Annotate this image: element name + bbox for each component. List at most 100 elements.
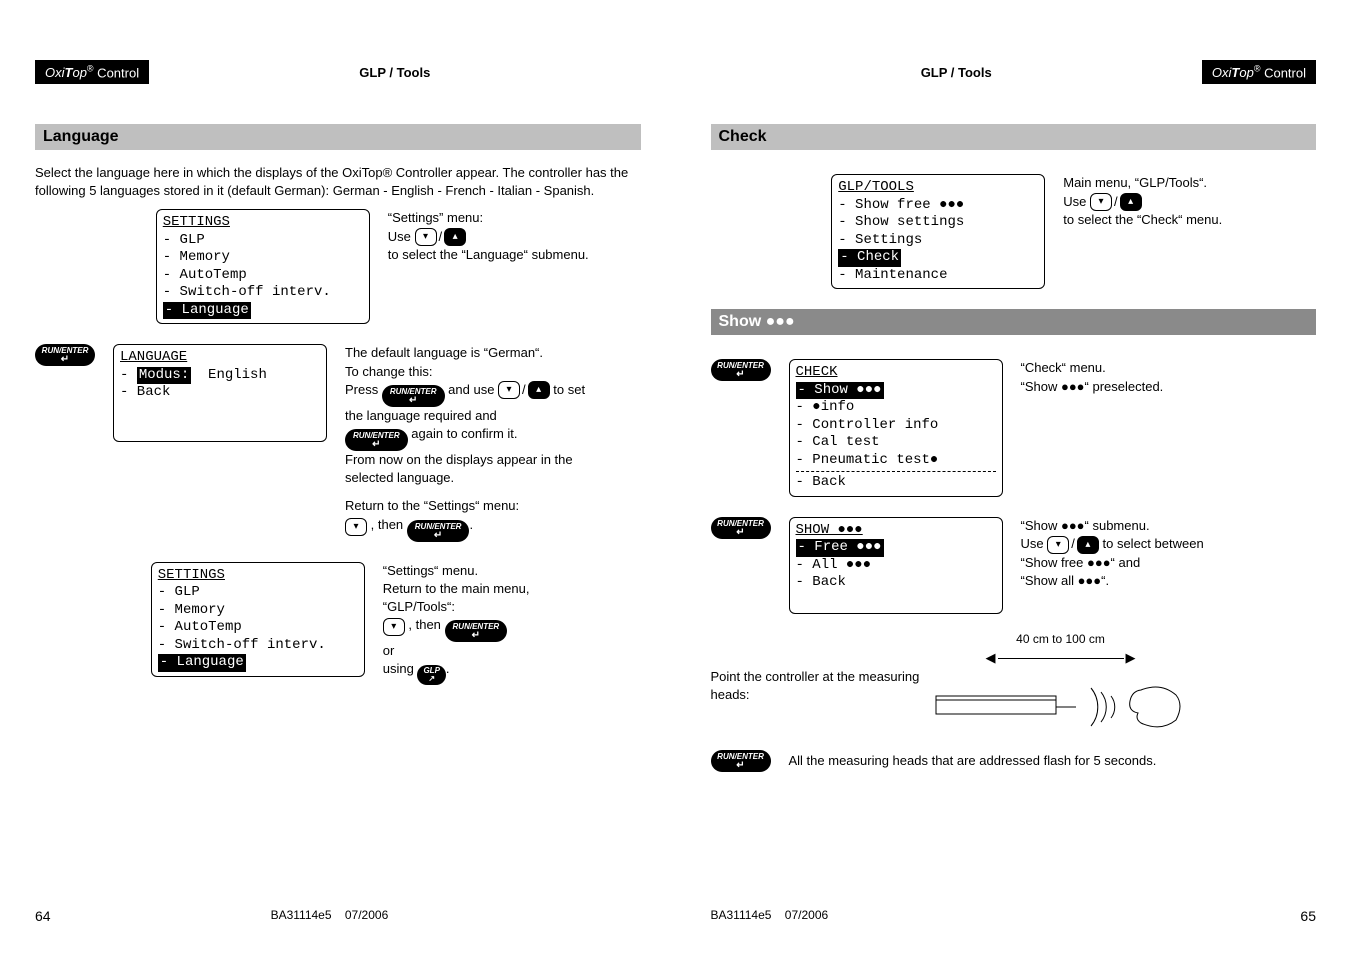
run-enter-button-icon: RUN/ENTER↵ (445, 620, 508, 642)
note-line: or (383, 642, 603, 660)
note-line: to select the “Check“ menu. (1063, 211, 1273, 229)
note-r3: “Show ●●●“ submenu. Use ▾/▴ to select be… (1021, 517, 1261, 590)
intro-paragraph: Select the language here in which the di… (35, 164, 641, 199)
note-2: The default language is “German“. To cha… (345, 344, 605, 541)
lcd-selected: - Check (838, 249, 901, 267)
lcd-settings-1: SETTINGS - GLP - Memory - AutoTemp - Swi… (156, 209, 370, 324)
up-key-icon: ▴ (1120, 193, 1142, 211)
row-language: RUN/ENTER↵ LANGUAGE - Modus: English - B… (35, 344, 641, 541)
section-title: GLP / Tools (711, 65, 1202, 80)
up-key-icon: ▴ (1077, 536, 1099, 554)
down-key-icon: ▾ (498, 381, 520, 399)
bullets-icon: ●●● (766, 313, 795, 330)
note-line: “. (1101, 573, 1109, 588)
up-down-keys: ▾/▴ (1090, 193, 1142, 211)
up-down-keys: ▾/▴ (1047, 535, 1099, 553)
run-enter-button-icon: RUN/ENTER↵ (345, 429, 408, 451)
lcd-line: - Show settings (838, 214, 1038, 232)
note-line: “Show all (1021, 573, 1078, 588)
down-key-icon: ▾ (1047, 536, 1069, 554)
row-glptools: GLP/TOOLS - Show free ●●● - Show setting… (711, 174, 1317, 289)
lcd-title: CHECK (796, 364, 996, 382)
row-show: RUN/ENTER↵ SHOW ●●● - Free ●●● - All ●●●… (711, 517, 1317, 615)
lcd-line: - Switch-off interv. (158, 637, 358, 655)
note-line: “Settings” menu: (388, 209, 598, 227)
lcd-title: SETTINGS (163, 214, 363, 232)
note-line: “ submenu. (1085, 518, 1150, 533)
lcd-line: - Cal test (796, 434, 996, 452)
brand-badge: OxiTop® Control (35, 60, 149, 84)
up-down-keys: ▾/▴ (498, 381, 550, 399)
section-title: GLP / Tools (149, 65, 640, 80)
lcd-glptools: GLP/TOOLS - Show free ●●● - Show setting… (831, 174, 1045, 289)
lcd-language: LANGUAGE - Modus: English - Back (113, 344, 327, 442)
note-r1: Main menu, “GLP/Tools“. Use ▾/▴ to selec… (1063, 174, 1273, 229)
note-line: “Check“ menu. (1021, 359, 1241, 377)
down-key-icon: ▾ (383, 618, 405, 636)
note-3: “Settings“ menu. Return to the main menu… (383, 562, 603, 686)
lcd-line: - AutoTemp (158, 619, 358, 637)
heading-check: Check (711, 124, 1317, 150)
distance-block: 40 cm to 100 cm ◀▶ (981, 632, 1141, 740)
lcd-line: - Back (120, 384, 320, 402)
note-line: Press (345, 382, 378, 397)
lcd-value: English (208, 367, 267, 383)
up-key-icon: ▴ (444, 228, 466, 246)
flash-text: All the measuring heads that are address… (789, 752, 1157, 770)
note-line: “Show (1021, 518, 1061, 533)
up-down-keys: ▾/▴ (415, 228, 467, 246)
note-line: Return to the “Settings“ menu: (345, 497, 605, 515)
lcd-show: SHOW ●●● - Free ●●● - All ●●● - Back (789, 517, 1003, 615)
lcd-selected: Modus: (137, 367, 191, 385)
note-1: “Settings” menu: Use ▾/▴ to select the “… (388, 209, 598, 264)
run-enter-button-icon: RUN/ENTER↵ (711, 517, 771, 539)
note-line: Use (1021, 536, 1044, 551)
note-line: to select between (1103, 536, 1204, 551)
lcd-line: - Back (796, 574, 996, 592)
distance-label: 40 cm to 100 cm (1016, 632, 1105, 646)
lcd-line: - Show free (838, 197, 939, 213)
bullets-icon: ●●● (1061, 379, 1085, 394)
lcd-line: - Pneumatic test● (796, 452, 996, 470)
lcd-title: LANGUAGE (120, 349, 320, 367)
controller-diagram-icon (931, 670, 1191, 740)
lcd-line: - All ●●● (796, 557, 996, 575)
page-65: GLP / Tools OxiTop® Control Check GLP/TO… (676, 0, 1351, 954)
row-flash: RUN/ENTER↵ All the measuring heads that … (711, 750, 1317, 772)
note-line: Use (388, 229, 411, 244)
lcd-line: - ●info (796, 399, 996, 417)
row-settings-2: SETTINGS - GLP - Memory - AutoTemp - Swi… (35, 562, 641, 686)
note-line: The default language is “German“. (345, 344, 605, 362)
down-key-icon: ▾ (345, 518, 367, 536)
lcd-selected: - Language (163, 302, 251, 320)
run-enter-button-icon: RUN/ENTER↵ (711, 359, 771, 381)
lcd-selected: - Show ●●● (796, 382, 884, 400)
spread: OxiTop® Control GLP / Tools Language Sel… (0, 0, 1351, 954)
note-line: To change this: (345, 363, 605, 381)
note-line: Use (1063, 194, 1086, 209)
up-key-icon: ▴ (528, 381, 550, 399)
run-enter-button-icon: RUN/ENTER↵ (407, 520, 470, 542)
footer: BA31114e5 07/2006 65 (711, 908, 1317, 924)
note-line: again to confirm it. (411, 426, 517, 441)
glp-button-icon: GLP↗ (417, 665, 445, 685)
note-line: using (383, 661, 414, 676)
lcd-title: SHOW ●●● (796, 522, 996, 540)
run-enter-button-icon: RUN/ENTER↵ (382, 385, 445, 407)
note-line: Main menu, “GLP/Tools“. (1063, 174, 1273, 192)
lcd-settings-2: SETTINGS - GLP - Memory - AutoTemp - Swi… (151, 562, 365, 677)
point-controller-row: Point the controller at the measuring he… (711, 632, 1317, 740)
lcd-selected: - Language (158, 654, 246, 672)
note-line: , then (408, 617, 441, 632)
lcd-line: - GLP (163, 232, 363, 250)
lcd-line: - Switch-off interv. (163, 284, 363, 302)
page-number: 65 (1300, 908, 1316, 924)
note-line: Return to the main menu, “GLP/Tools“: (383, 580, 603, 616)
note-line: to select the “Language“ submenu. (388, 246, 598, 264)
note-line: “ and (1111, 555, 1141, 570)
brand-badge: OxiTop® Control (1202, 60, 1316, 84)
lcd-line: - Settings (838, 232, 1038, 250)
lcd-line: - Back (796, 471, 996, 492)
bullets-icon: ●●● (1061, 518, 1085, 533)
note-line: “Show (1021, 379, 1061, 394)
